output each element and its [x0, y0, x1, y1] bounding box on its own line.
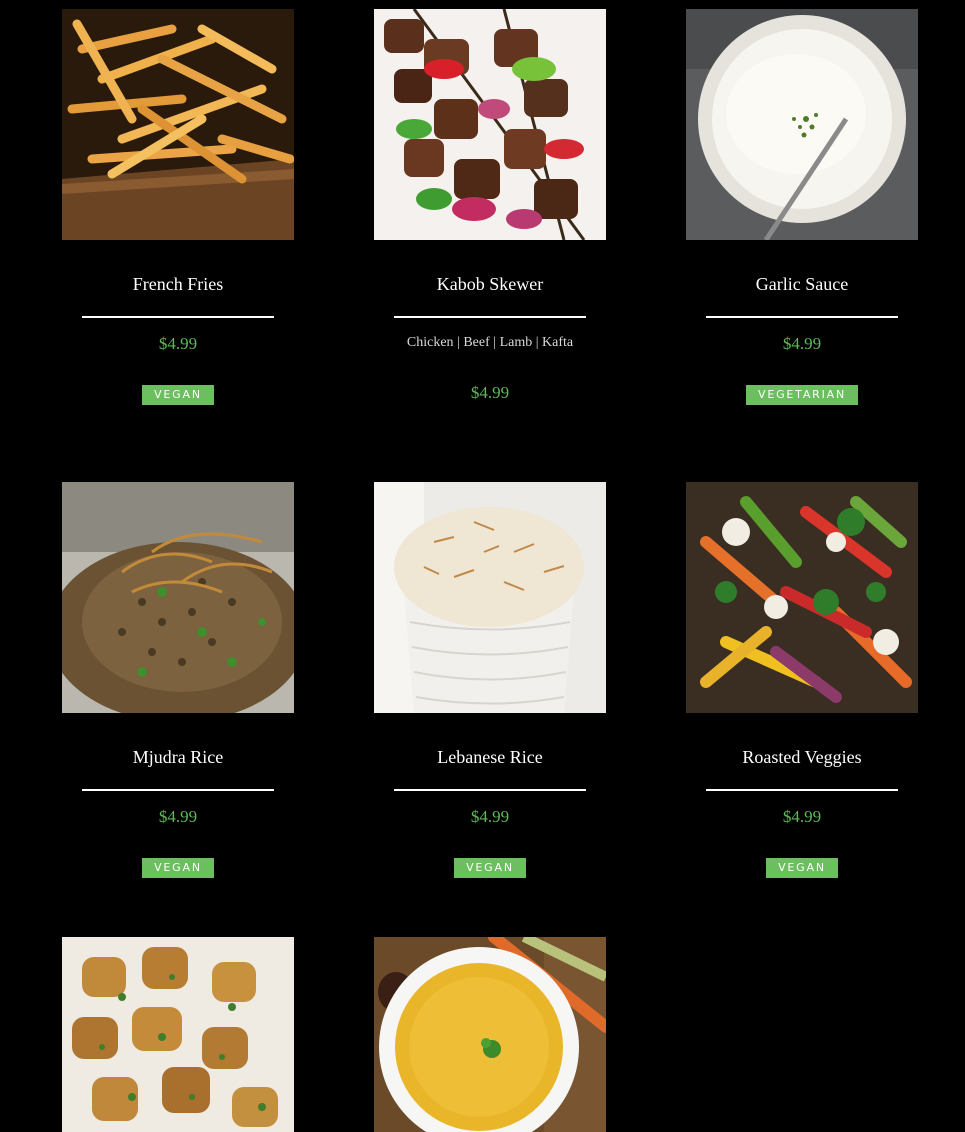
menu-item-garlic-sauce[interactable]: Garlic Sauce $4.99 VEGETARIAN: [686, 9, 918, 405]
potatoes-photo: [62, 937, 294, 1132]
roasted-veggies-photo: [686, 482, 918, 713]
menu-item-french-fries[interactable]: French Fries $4.99 VEGAN: [62, 9, 294, 405]
item-price: $4.99: [782, 334, 822, 353]
item-title: Roasted Veggies: [742, 747, 862, 767]
item-title: Garlic Sauce: [755, 274, 849, 294]
lentil-soup-photo: [374, 937, 606, 1132]
item-price: $4.99: [470, 383, 510, 402]
item-title: Lebanese Rice: [437, 747, 543, 767]
menu-item-lebanese-rice[interactable]: Lebanese Rice $4.99 VEGAN: [374, 482, 606, 878]
vegetarian-badge: VEGETARIAN: [746, 385, 858, 405]
item-price: $4.99: [470, 807, 510, 826]
item-title: Kabob Skewer: [436, 274, 544, 294]
vegan-badge: VEGAN: [142, 858, 214, 878]
divider: [394, 789, 586, 791]
menu-item-roasted-veggies[interactable]: Roasted Veggies $4.99 VEGAN: [686, 482, 918, 878]
divider: [706, 316, 898, 318]
mjudra-rice-photo: [62, 482, 294, 713]
menu-item-lentil-soup[interactable]: [374, 937, 606, 1132]
kabob-skewer-photo: [374, 9, 606, 240]
item-title: French Fries: [132, 274, 224, 294]
item-price: $4.99: [158, 334, 198, 353]
item-price: $4.99: [158, 807, 198, 826]
menu-grid: French Fries $4.99 VEGAN Kabob Skewer Ch…: [0, 0, 965, 1132]
divider: [394, 316, 586, 318]
divider: [82, 789, 274, 791]
french-fries-photo: [62, 9, 294, 240]
garlic-sauce-photo: [686, 9, 918, 240]
vegan-badge: VEGAN: [142, 385, 214, 405]
menu-item-mjudra-rice[interactable]: Mjudra Rice $4.99 VEGAN: [62, 482, 294, 878]
vegan-badge: VEGAN: [454, 858, 526, 878]
protein-options: Chicken | Beef | Lamb | Kafta: [406, 335, 574, 350]
lebanese-rice-photo: [374, 482, 606, 713]
divider: [706, 789, 898, 791]
vegan-badge: VEGAN: [766, 858, 838, 878]
divider: [82, 316, 274, 318]
item-price: $4.99: [782, 807, 822, 826]
menu-item-potatoes[interactable]: [62, 937, 294, 1132]
menu-item-kabob-skewer[interactable]: Kabob Skewer Chicken | Beef | Lamb | Kaf…: [374, 9, 606, 403]
item-title: Mjudra Rice: [132, 747, 224, 767]
